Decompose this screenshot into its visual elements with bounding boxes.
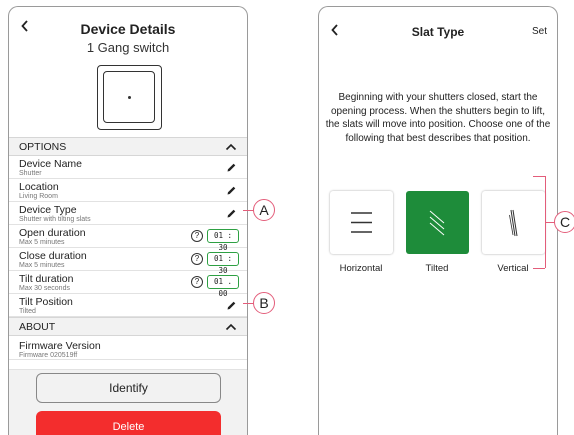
- instructions-text: Beginning with your shutters closed, sta…: [325, 92, 551, 144]
- switch-led-dot: [128, 96, 131, 99]
- row-sublabel: Max 5 minutes: [19, 239, 65, 246]
- page-subtitle: 1 Gang switch: [86, 40, 170, 55]
- row-close-duration[interactable]: Close duration Max 5 minutes ? 01 : 30: [9, 248, 247, 275]
- tilt-duration-value[interactable]: 01 . 00: [207, 275, 239, 298]
- row-label: Firmware Version: [19, 340, 101, 352]
- row-device-name[interactable]: Device Name Shutter: [9, 156, 247, 179]
- options-header-label: OPTIONS: [19, 140, 67, 153]
- delete-button[interactable]: Delete: [36, 411, 221, 435]
- row-label: Open duration: [19, 227, 86, 239]
- pencil-icon[interactable]: [226, 185, 237, 196]
- pencil-icon[interactable]: [226, 300, 237, 311]
- row-firmware-version: Firmware Version Firmware 020519ff: [9, 336, 247, 360]
- settings-list: OPTIONS Device Name Shutter Location Liv…: [9, 137, 247, 360]
- help-icon[interactable]: ?: [191, 253, 203, 265]
- row-label: Location: [19, 181, 59, 193]
- row-location[interactable]: Location Living Room: [9, 179, 247, 202]
- callout-c-marker: C: [554, 211, 574, 233]
- row-label: Close duration: [19, 250, 87, 262]
- callout-c-bracket-top: [533, 176, 545, 177]
- row-sublabel: Living Room: [19, 193, 58, 200]
- slat-option-label: Horizontal: [339, 263, 383, 274]
- row-sublabel: Firmware 020519ff: [19, 352, 78, 359]
- slat-option-label: Tilted: [425, 263, 449, 274]
- about-section-header[interactable]: ABOUT: [9, 317, 247, 336]
- switch-illustration: [97, 65, 162, 130]
- pencil-icon[interactable]: [226, 208, 237, 219]
- row-sublabel: Shutter with tilting slats: [19, 216, 91, 223]
- pencil-icon[interactable]: [226, 162, 237, 173]
- chevron-up-icon[interactable]: [225, 323, 237, 331]
- close-duration-value[interactable]: 01 : 30: [207, 252, 239, 275]
- chevron-up-icon[interactable]: [225, 143, 237, 151]
- device-details-screen: Device Details 1 Gang switch OPTIONS Dev…: [8, 6, 248, 435]
- switch-rocker: [103, 71, 155, 123]
- tilted-slats-icon: [429, 210, 445, 236]
- row-tilt-duration[interactable]: Tilt duration Max 30 seconds ? 01 . 00: [9, 271, 247, 298]
- row-label: Tilt Position: [19, 296, 73, 308]
- help-icon[interactable]: ?: [191, 276, 203, 288]
- set-button[interactable]: Set: [532, 26, 547, 37]
- row-open-duration[interactable]: Open duration Max 5 minutes ? 01 : 30: [9, 225, 247, 252]
- slat-type-screen: Slat Type Set Beginning with your shutte…: [318, 6, 558, 435]
- slat-option-horizontal[interactable]: [330, 191, 393, 254]
- help-icon[interactable]: ?: [191, 230, 203, 242]
- slat-option-vertical[interactable]: [482, 191, 545, 254]
- callout-c-bracket-bottom: [533, 268, 545, 269]
- open-duration-value[interactable]: 01 : 30: [207, 229, 239, 252]
- row-label: Tilt duration: [19, 273, 74, 285]
- horizontal-slats-icon: [351, 212, 372, 233]
- callout-b-marker: B: [253, 292, 275, 314]
- vertical-slats-icon: [509, 209, 518, 237]
- callout-a-marker: A: [253, 199, 275, 221]
- row-label: Device Type: [19, 204, 77, 216]
- slat-option-tilted[interactable]: [406, 191, 469, 254]
- row-sublabel: Max 5 minutes: [19, 262, 65, 269]
- options-section-header[interactable]: OPTIONS: [9, 137, 247, 156]
- row-device-type[interactable]: Device Type Shutter with tilting slats: [9, 202, 247, 225]
- row-tilt-position[interactable]: Tilt Position Tilted: [9, 294, 247, 317]
- row-label: Device Name: [19, 158, 83, 170]
- page-title: Slat Type: [411, 25, 465, 39]
- row-sublabel: Shutter: [19, 170, 42, 177]
- row-sublabel: Max 30 seconds: [19, 285, 70, 292]
- identify-button[interactable]: Identify: [36, 373, 221, 403]
- about-header-label: ABOUT: [19, 320, 56, 333]
- row-sublabel: Tilted: [19, 308, 36, 315]
- page-title: Device Details: [80, 21, 176, 37]
